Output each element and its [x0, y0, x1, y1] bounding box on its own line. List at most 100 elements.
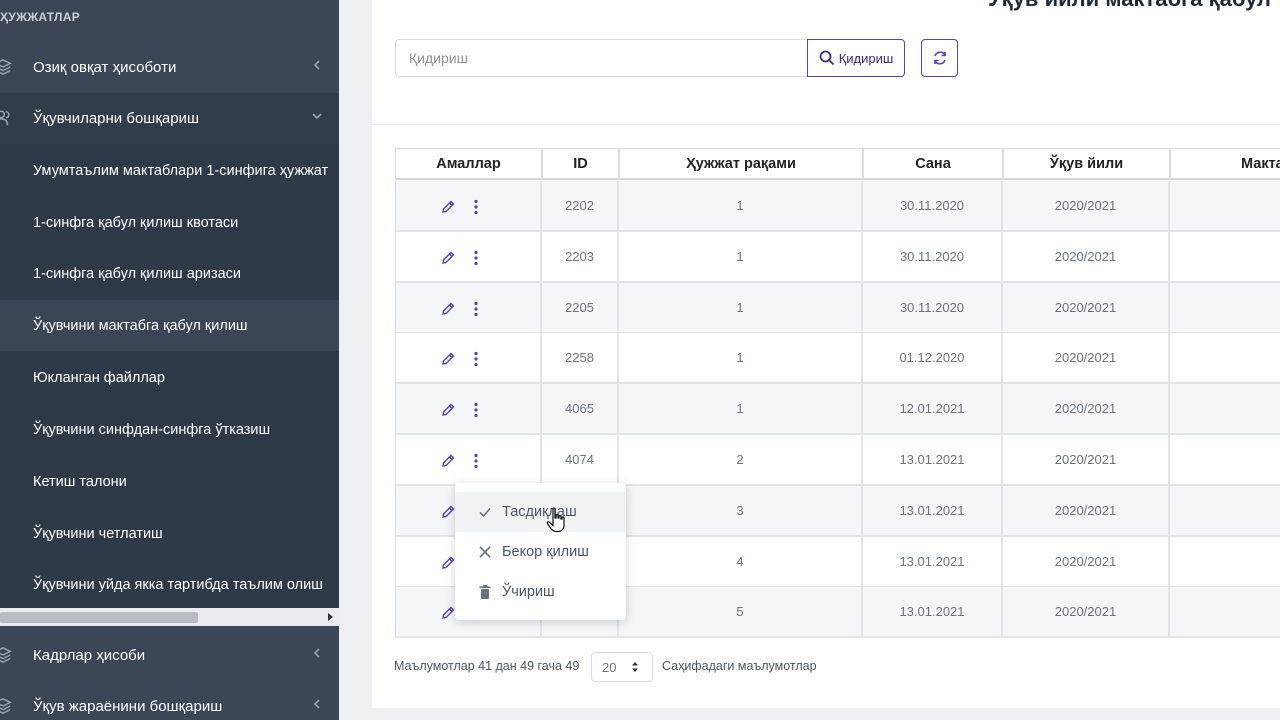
- sidebar-group-students[interactable]: Ўқувчиларни бошқариш: [0, 93, 339, 144]
- more-vertical-icon[interactable]: [473, 351, 479, 367]
- users-icon: [0, 110, 10, 126]
- cell-date: 13.01.2021: [863, 435, 1003, 486]
- pagination-info: Маълумотлар 41 дан 49 гача 49: [394, 659, 580, 673]
- sidebar-item-label: 1-синфга қабул қилиш аризаси: [33, 265, 242, 282]
- sidebar-item-grade1-quota[interactable]: 1-синфга қабул қилиш квотаси: [0, 197, 339, 248]
- cell-school-year-value: 2020/2021: [1054, 299, 1117, 315]
- pencil-icon[interactable]: [440, 301, 456, 317]
- sidebar-item-grade1-application[interactable]: 1-синфга қабул қилиш аризаси: [0, 248, 339, 299]
- pencil-icon[interactable]: [440, 504, 456, 520]
- more-vertical-icon[interactable]: [473, 453, 479, 469]
- cell-school-year-value: 2020/2021: [1054, 502, 1117, 518]
- cell-doc-number-value: 1: [736, 198, 744, 213]
- row-actions-menu: Тасдиқлаш Бекор қилиш Ўчириш: [455, 483, 626, 620]
- page-size-label: Саҳифадаги маълумотлар: [662, 659, 817, 673]
- sidebar-item-grade1-docs[interactable]: Умумтаълим мактаблари 1-синфига ҳужжат: [0, 145, 339, 196]
- cell-school-year: 2020/2021: [1003, 282, 1170, 334]
- sidebar-item-label: 1-синфга қабул қилиш квотаси: [33, 214, 239, 231]
- cell-doc-number: 4: [619, 536, 863, 588]
- pencil-icon[interactable]: [440, 199, 456, 215]
- cell-actions: [395, 282, 542, 334]
- cell-id: 2258: [542, 333, 619, 385]
- cell-school: [1170, 435, 1280, 486]
- column-header-id[interactable]: ID: [542, 148, 619, 180]
- layers-icon: [0, 646, 12, 664]
- sidebar-item-label: Юкланган файллар: [33, 369, 165, 386]
- cell-actions: [395, 231, 542, 283]
- search-input[interactable]: [395, 39, 808, 77]
- cell-doc-number-value: 1: [736, 248, 744, 264]
- divider: [372, 124, 1280, 125]
- cell-school-year-value: 2020/2021: [1054, 350, 1117, 366]
- sidebar-group-label: Ўқувчиларни бошқариш: [33, 110, 199, 127]
- sidebar-item-expel[interactable]: Ўқувчини четлатиш: [0, 508, 339, 559]
- trash-icon: [479, 585, 491, 599]
- cell-id: 2205: [542, 282, 619, 334]
- sidebar-group-label: Озиқ овқат ҳисоботи: [33, 59, 177, 76]
- sidebar-item-uploaded-files[interactable]: Юкланган файллар: [0, 352, 339, 403]
- more-vertical-icon[interactable]: [473, 301, 479, 317]
- sidebar-horizontal-scrollbar[interactable]: [0, 608, 339, 626]
- cell-school: [1170, 486, 1280, 537]
- cell-id: 4074: [542, 435, 619, 486]
- sidebar-group-food-report[interactable]: Озиқ овқат ҳисоботи: [0, 42, 339, 93]
- more-vertical-icon[interactable]: [473, 250, 479, 266]
- cell-doc-number: 1: [619, 181, 863, 232]
- pencil-icon[interactable]: [440, 555, 456, 571]
- pencil-icon[interactable]: [440, 453, 456, 469]
- sidebar-item-home-schooling[interactable]: Ўқувчини уйда якка тартибда таълим олиш: [0, 559, 339, 610]
- cell-date-value: 30.11.2020: [899, 198, 965, 213]
- cell-id: 4065: [542, 384, 619, 436]
- sidebar-item-label: Кетиш талони: [33, 473, 127, 490]
- column-header-doc-number[interactable]: Ҳужжат рақами: [619, 148, 863, 180]
- cell-id-value: 4074: [565, 452, 594, 467]
- sidebar-item-class-transfer[interactable]: Ўқувчини синфдан-синфга ўтказиш: [0, 404, 339, 455]
- cell-date: 12.01.2021: [863, 384, 1003, 436]
- cell-school-year: 2020/2021: [1003, 587, 1170, 639]
- cell-doc-number-value: 1: [736, 401, 744, 417]
- hand-cursor-icon: [546, 507, 565, 533]
- sidebar-item-label: Ўқувчини синфдан-синфга ўтказиш: [33, 421, 271, 438]
- cell-school-year-value: 2020/2021: [1054, 198, 1117, 213]
- page-size-select[interactable]: 20: [591, 652, 653, 682]
- sidebar-item-label: Умумтаълим мактаблари 1-синфига ҳужжат: [33, 162, 329, 179]
- cell-school-year: 2020/2021: [1003, 181, 1170, 232]
- scrollbar-thumb[interactable]: [0, 612, 198, 623]
- sidebar-item-leave-ticket[interactable]: Кетиш талони: [0, 456, 339, 507]
- pencil-icon[interactable]: [440, 351, 456, 367]
- menu-item-approve[interactable]: Тасдиқлаш: [455, 492, 626, 532]
- search-icon: [819, 50, 834, 66]
- cell-id-value: 2202: [565, 198, 594, 213]
- menu-item-delete[interactable]: Ўчириш: [455, 572, 626, 612]
- pencil-icon[interactable]: [440, 250, 456, 266]
- sidebar-group-label: Кадрлар ҳисоби: [33, 647, 146, 664]
- sort-caret-icon: [632, 662, 638, 672]
- menu-item-cancel[interactable]: Бекор қилиш: [455, 532, 626, 572]
- column-header-date[interactable]: Сана: [863, 148, 1003, 180]
- more-vertical-icon[interactable]: [473, 199, 479, 215]
- page-title: Ўқув йили мактабга қабул: [988, 0, 1271, 12]
- sidebar-item-school-admission[interactable]: Ўқувчини мактабга қабул қилиш: [0, 300, 339, 351]
- page-size-value: 20: [602, 659, 617, 675]
- pencil-icon[interactable]: [440, 402, 456, 418]
- sidebar-group-education-process[interactable]: Ўқув жараёнини бошқариш: [0, 681, 339, 720]
- cell-date-value: 13.01.2021: [899, 604, 965, 620]
- cell-id-value: 4065: [565, 401, 594, 417]
- column-header-school-year[interactable]: Ўқув йили: [1003, 148, 1170, 180]
- search-button[interactable]: Қидириш: [807, 39, 905, 77]
- cell-id: 2203: [542, 231, 619, 283]
- table-row: 4065 1 12.01.2021 2020/2021: [395, 384, 1280, 436]
- cell-date: 30.11.2020: [863, 181, 1003, 232]
- cell-doc-number: 3: [619, 485, 863, 537]
- cell-date: 30.11.2020: [863, 282, 1003, 334]
- scroll-right-icon[interactable]: [325, 611, 335, 623]
- column-header-actions: Амаллар: [395, 148, 542, 180]
- sidebar-section-header: ҲУЖЖАТЛАР: [0, 10, 81, 24]
- pencil-icon[interactable]: [440, 605, 456, 621]
- table-row: 2205 1 30.11.2020 2020/2021: [395, 282, 1280, 334]
- column-header-school[interactable]: Мактаб: [1170, 148, 1280, 180]
- more-vertical-icon[interactable]: [473, 402, 479, 418]
- refresh-button[interactable]: [921, 39, 958, 77]
- cell-school-year-value: 2020/2021: [1054, 248, 1117, 264]
- sidebar-group-staff[interactable]: Кадрлар ҳисоби: [0, 630, 339, 681]
